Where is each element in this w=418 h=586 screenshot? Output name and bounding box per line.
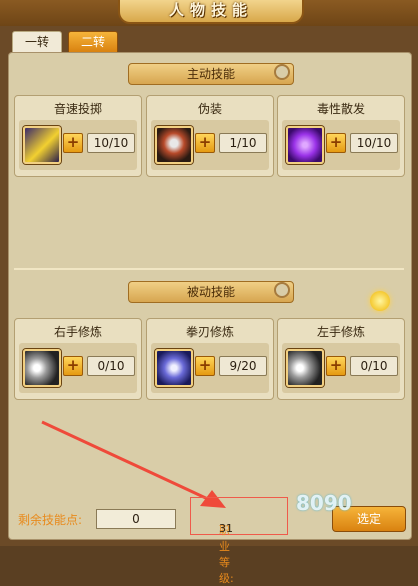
passive-skills-header: 被动技能: [128, 281, 294, 303]
window-title: 人物技能: [168, 1, 253, 19]
skill-name: 音速投掷: [53, 102, 102, 116]
add-point-button[interactable]: +: [326, 356, 346, 376]
fist-blade-icon[interactable]: [155, 349, 193, 387]
title-bar: 人物技能: [0, 0, 418, 26]
skill-name: 右手修炼: [53, 325, 102, 339]
skill-level: 10/10: [87, 133, 135, 153]
section-divider: [14, 268, 404, 270]
right-hand-training-icon[interactable]: [23, 349, 61, 387]
skill-name: 伪装: [197, 102, 222, 116]
skill-card-toxic-spread: 毒性散发 + 10/10: [277, 95, 405, 177]
add-point-button[interactable]: +: [63, 356, 83, 376]
sun-icon: [370, 291, 390, 311]
job-level-highlight: 职业等级: 31: [190, 497, 288, 585]
skill-card-disguise: 伪装 + 1/10: [146, 95, 274, 177]
skill-card-right-hand: 右手修炼 + 0/10: [14, 318, 142, 400]
skill-card-fist-blade: 拳刃修炼 + 9/20: [146, 318, 274, 400]
ornament-icon: [274, 282, 290, 298]
ornament-icon: [274, 64, 290, 80]
remaining-points-value: 0: [96, 509, 176, 529]
tab-first-transfer[interactable]: 一转: [12, 31, 62, 53]
active-skills-header: 主动技能: [128, 63, 294, 85]
tab-second-transfer[interactable]: 二转: [68, 31, 118, 53]
skill-name: 毒性散发: [316, 102, 365, 116]
job-level-value: 31: [219, 522, 233, 535]
skill-card-left-hand: 左手修炼 + 0/10: [277, 318, 405, 400]
lightning-strike-icon[interactable]: [23, 126, 61, 164]
skill-level: 0/10: [350, 356, 398, 376]
add-point-button[interactable]: +: [195, 133, 215, 153]
skill-level: 10/10: [350, 133, 398, 153]
remaining-points-label: 剩余技能点:: [18, 513, 83, 527]
skill-name: 拳刃修炼: [185, 325, 234, 339]
left-hand-training-icon[interactable]: [286, 349, 324, 387]
disguise-figure-icon[interactable]: [155, 126, 193, 164]
skill-level: 0/10: [87, 356, 135, 376]
skill-level: 9/20: [219, 356, 267, 376]
skill-name: 左手修炼: [316, 325, 365, 339]
skill-card-sonic-throw: 音速投掷 + 10/10: [14, 95, 142, 177]
skill-window: 人物技能 一转 二转 主动技能 音速投掷 + 10/10 伪装 + 1/10 毒…: [0, 0, 418, 585]
skill-level: 1/10: [219, 133, 267, 153]
poison-burst-icon[interactable]: [286, 126, 324, 164]
add-point-button[interactable]: +: [326, 133, 346, 153]
add-point-button[interactable]: +: [63, 133, 83, 153]
add-point-button[interactable]: +: [195, 356, 215, 376]
title-plate: 人物技能: [118, 0, 304, 24]
watermark-logo: 8090: [296, 491, 352, 515]
